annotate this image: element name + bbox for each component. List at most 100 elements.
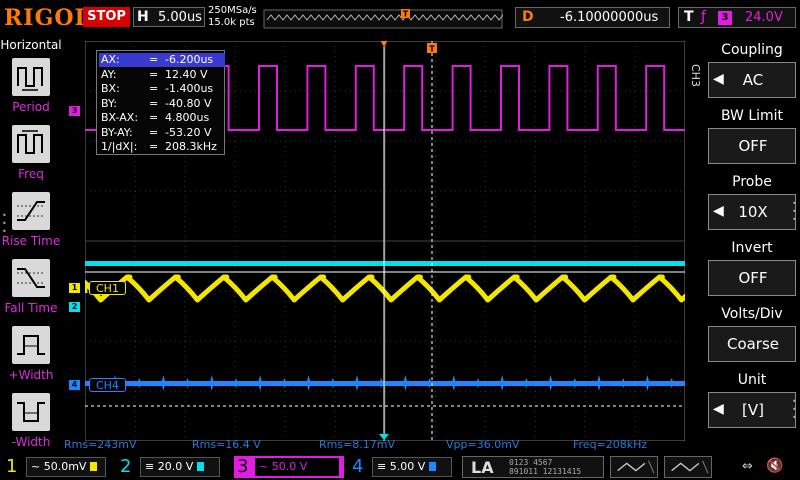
measurement-ch4-rms: Rms=8.17mV: [319, 438, 396, 451]
unit-value-box[interactable]: ◀ [V]: [708, 392, 796, 428]
bw-limit-value: OFF: [738, 137, 768, 155]
ch3-offset-marker[interactable]: 3: [69, 106, 80, 116]
cursor-readout-value: -1.400us: [165, 82, 214, 95]
coupling-label: Coupling: [721, 42, 783, 58]
menu-bw-limit[interactable]: BW Limit OFF: [706, 106, 798, 170]
rising-edge-icon: ƒ: [701, 9, 706, 25]
right-scroll-dots-upper: • • •: [792, 199, 797, 224]
ch4-number: 4: [352, 456, 364, 477]
ch2-waveform: [85, 261, 685, 266]
run-stop-indicator[interactable]: STOP: [83, 7, 130, 27]
cursor-readout-equals: =: [149, 67, 159, 81]
invert-label: Invert: [731, 240, 773, 256]
ch4-waveform: [85, 381, 685, 386]
cursor-readout-key: BX-AX:: [101, 111, 139, 124]
negative-width-icon: [12, 393, 50, 431]
source2-wave-icon[interactable]: [664, 456, 712, 478]
measure-fall-time[interactable]: Fall Time: [0, 259, 62, 325]
horizontal-measure-menu: Horizontal Period Freq • • • Rise Time Fal…: [0, 36, 62, 454]
measurement-ch1-rms: Rms=243mV: [64, 438, 137, 451]
cursor-readout-value: -53.20 V: [165, 125, 212, 139]
la-channel-bits: 0123 4567 891011 12131415: [509, 458, 581, 476]
probe-value: 10X: [738, 203, 768, 221]
ch3-status-active[interactable]: 3 ~ 50.0 V: [234, 456, 344, 478]
speaker-muted-icon[interactable]: 🔇: [766, 458, 783, 474]
horizontal-label: H: [137, 9, 149, 25]
measure-freq[interactable]: Freq: [0, 125, 62, 191]
probe-value-box[interactable]: ◀ 10X: [708, 194, 796, 230]
rise-time-icon: [12, 192, 50, 230]
cursor-readout-key: 1/|dX|:: [101, 140, 138, 153]
trigger-box[interactable]: T ƒ 3 24.0V: [678, 7, 796, 28]
invert-value: OFF: [738, 269, 768, 287]
ch1-bw-icon: [90, 462, 98, 471]
cursor-readout-row: BY: = -40.80 V: [99, 97, 225, 111]
measure-rise-time-label: Rise Time: [1, 234, 61, 248]
unit-value: [V]: [742, 401, 764, 419]
frequency-measure-icon: [12, 125, 50, 163]
cursor-readout-equals: =: [149, 140, 159, 153]
ch2-offset-marker[interactable]: 2: [69, 302, 80, 312]
memory-overview-waveform[interactable]: T: [263, 6, 503, 30]
delay-value: -6.10000000us: [560, 10, 659, 25]
ch4-status[interactable]: 4 ≡ 5.00 V: [352, 456, 452, 478]
ch1-offset-marker[interactable]: 1: [69, 283, 80, 293]
ch4-offset-marker[interactable]: 4: [69, 380, 80, 390]
measure-period[interactable]: Period: [0, 58, 62, 124]
cursor-readout-row: BX: = -1.400us: [99, 82, 225, 96]
menu-unit[interactable]: Unit ◀ [V]: [706, 370, 798, 434]
cursor-readout-equals: =: [149, 96, 159, 110]
delay-box[interactable]: D -6.10000000us: [515, 7, 670, 28]
menu-volts-div[interactable]: Volts/Div Coarse: [706, 304, 798, 368]
coupling-value-box[interactable]: ◀ AC: [708, 62, 796, 98]
timebase-value: 5.00us: [158, 10, 202, 25]
cursor-readout-key: AX:: [101, 53, 120, 66]
invert-value-box[interactable]: OFF: [708, 260, 796, 296]
measure-period-label: Period: [12, 100, 50, 114]
fall-time-icon: [12, 259, 50, 297]
cursor-readout-key: BY:: [101, 96, 117, 110]
sample-rate: 250MSa/s: [208, 5, 257, 16]
cursor-readout-value: -40.80 V: [165, 96, 212, 110]
trigger-t-marker-label: T: [429, 45, 435, 54]
ch2-scale: ≡ 20.0 V: [145, 460, 194, 473]
ch4-scale: ≡ 5.00 V: [377, 460, 426, 473]
measure-negative-width[interactable]: -Width: [0, 393, 62, 459]
cursor-readout-row: BY-AY: = -53.20 V: [99, 126, 225, 140]
cursor-readout-equals: =: [149, 111, 159, 124]
ch1-tag: CH1: [89, 281, 126, 295]
menu-coupling[interactable]: Coupling ◀ AC: [706, 40, 798, 104]
cursor-readout-key: BX:: [101, 82, 120, 95]
ch1-status[interactable]: 1 ~ 50.0mV: [6, 456, 106, 478]
cursor-readout-equals: =: [149, 82, 159, 95]
cursor-readout-key: BY-AY:: [101, 125, 133, 139]
positive-width-icon: [12, 326, 50, 364]
ch2-status[interactable]: 2 ≡ 20.0 V: [120, 456, 220, 478]
measure-freq-label: Freq: [18, 167, 44, 181]
trigger-marker-label: T: [403, 10, 409, 19]
menu-probe[interactable]: Probe ◀ 10X: [706, 172, 798, 236]
rigol-logo: RIGOL: [4, 5, 91, 31]
cursor-readout-value: 208.3kHz: [165, 140, 217, 153]
right-scroll-dots-lower: • • •: [792, 397, 797, 422]
measure-positive-width[interactable]: +Width: [0, 326, 62, 392]
volts-div-label: Volts/Div: [721, 306, 783, 322]
cursor-readout-row: BX-AX: = 4.800us: [99, 111, 225, 125]
source1-wave-icon[interactable]: [610, 456, 658, 478]
probe-label: Probe: [732, 174, 772, 190]
trigger-label: T: [684, 9, 694, 25]
measurement-ch3-rms: Rms=16.4 V: [192, 438, 261, 451]
cursor-readout-row: 1/|dX|: = 208.3kHz: [99, 140, 225, 154]
cursor-readout-equals: =: [149, 53, 159, 66]
timebase-box[interactable]: H 5.00us: [133, 7, 205, 27]
volts-div-value-box[interactable]: Coarse: [708, 326, 796, 362]
measure-rise-time[interactable]: Rise Time: [0, 192, 62, 258]
cursor-readout-row: AY: = 12.40 V: [99, 68, 225, 82]
ch2-number: 2: [120, 456, 132, 477]
cursor-readout-value: 12.40 V: [165, 67, 208, 81]
cursor-readout-value: 4.800us: [165, 111, 210, 124]
menu-invert[interactable]: Invert OFF: [706, 238, 798, 302]
cursor-readout-row: AX: = -6.200us: [99, 53, 225, 67]
bw-limit-value-box[interactable]: OFF: [708, 128, 796, 164]
logic-analyzer-status[interactable]: LA 0123 4567 891011 12131415: [462, 456, 604, 478]
